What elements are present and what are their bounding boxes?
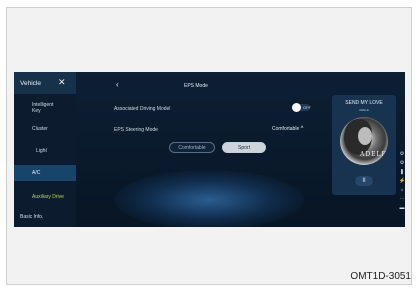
- sidebar-item-ac[interactable]: A/C: [14, 165, 76, 181]
- media-widget[interactable]: SEND MY LOVE ADELE ADELE II: [332, 95, 396, 195]
- infotainment-screen: Vehicle ✕ Intelligent Key Cluster Light …: [14, 72, 405, 227]
- sidebar-item-label: A/C: [32, 170, 41, 176]
- close-icon[interactable]: ✕: [58, 78, 66, 87]
- toggle-state-text: OFF: [303, 105, 311, 110]
- brightness-icon[interactable]: ☼: [399, 186, 405, 195]
- page-title: EPS Mode: [184, 83, 208, 89]
- sidebar-item-label: Auxiliary Drive: [32, 194, 64, 200]
- sidebar-item-label: Cluster: [32, 126, 48, 132]
- chevron-up-icon: ^: [300, 126, 304, 132]
- figure-code: OMT1D-3051: [350, 271, 411, 282]
- sidebar-item-intelligent-key[interactable]: Intelligent Key: [14, 98, 76, 118]
- album-art: ADELE: [340, 117, 388, 165]
- sidebar-item-label: Intelligent Key: [32, 102, 54, 114]
- steering-mode-value: Comfortable: [272, 126, 300, 132]
- sidebar-item-light[interactable]: Light: [14, 144, 76, 158]
- artist-name: ADELE: [359, 108, 369, 112]
- sidebar-item-label: Basic Info.: [20, 214, 44, 220]
- associated-driving-model-toggle[interactable]: OFF: [292, 103, 311, 112]
- toggle-knob: [292, 103, 301, 112]
- more-icon[interactable]: ⋯: [399, 195, 405, 204]
- settings-icon[interactable]: ⚙: [399, 150, 405, 159]
- power-icon[interactable]: ⚡: [399, 177, 405, 186]
- eps-steering-mode-label: EPS Steering Mode: [114, 127, 158, 133]
- sport-option-button[interactable]: Sport: [222, 142, 266, 153]
- side-shortcut-bar: ⚙ ⚙ ❚ ⚡ ☼ ⋯ ▬: [399, 150, 405, 213]
- eps-steering-mode-dropdown[interactable]: Comfortable ^: [272, 126, 303, 132]
- back-icon[interactable]: ‹: [116, 81, 119, 89]
- comfortable-option-button[interactable]: Comfortable: [169, 142, 215, 153]
- ambient-glow: [114, 170, 304, 227]
- settings-sidebar: Vehicle ✕ Intelligent Key Cluster Light …: [14, 72, 76, 227]
- album-text: ADELE: [360, 151, 387, 158]
- associated-driving-model-label: Associated Driving Model: [114, 106, 171, 112]
- menu-icon[interactable]: ▬: [399, 204, 405, 213]
- sidebar-item-label: Light: [36, 148, 47, 154]
- sidebar-item-cluster[interactable]: Cluster: [14, 122, 76, 136]
- pause-button[interactable]: II: [355, 176, 373, 186]
- sidebar-title: Vehicle: [20, 80, 41, 87]
- eps-mode-panel: ‹ EPS Mode Associated Driving Model OFF …: [76, 72, 326, 227]
- sidebar-item-basic-info[interactable]: Basic Info.: [14, 210, 76, 224]
- bar-icon[interactable]: ❚: [399, 168, 405, 177]
- sidebar-header: Vehicle ✕: [14, 72, 76, 94]
- song-title: SEND MY LOVE: [345, 100, 383, 106]
- settings-icon[interactable]: ⚙: [399, 159, 405, 168]
- sidebar-item-auxiliary-drive[interactable]: Auxiliary Drive: [14, 190, 76, 204]
